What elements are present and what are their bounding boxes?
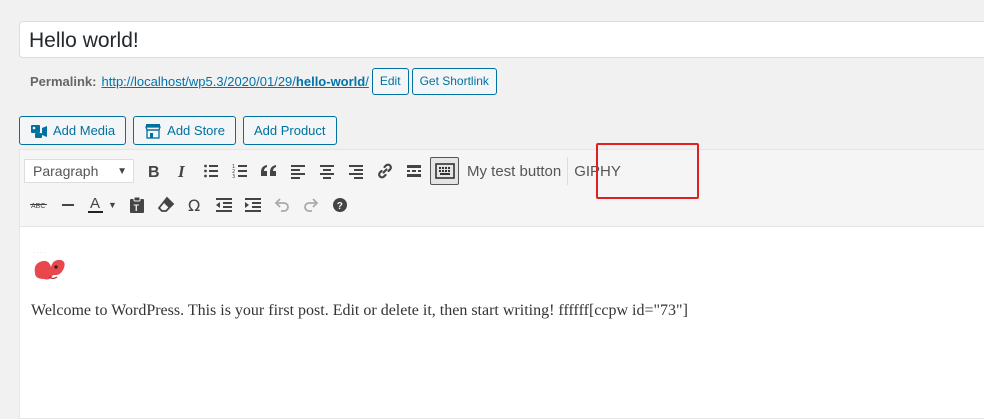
- add-product-button[interactable]: Add Product: [242, 116, 337, 145]
- add-media-button[interactable]: Add Media: [19, 116, 127, 145]
- get-shortlink-button[interactable]: Get Shortlink: [411, 67, 497, 95]
- media-icon: [31, 124, 47, 138]
- store-icon: [145, 123, 162, 139]
- numbered-list-icon: 1 2 3: [232, 164, 247, 179]
- align-center-button[interactable]: [312, 157, 341, 185]
- permalink-slug[interactable]: hello-world: [296, 74, 365, 89]
- permalink-url-suffix[interactable]: /: [365, 74, 369, 89]
- decrease-indent-icon: [215, 198, 232, 212]
- add-store-button[interactable]: Add Store: [133, 116, 236, 145]
- post-title-input[interactable]: Hello world!: [19, 21, 984, 58]
- clear-formatting-button[interactable]: [151, 191, 180, 219]
- format-select[interactable]: Paragraph ▼: [24, 159, 134, 183]
- bold-button[interactable]: B: [138, 157, 167, 185]
- chevron-down-icon: ▼: [117, 165, 127, 177]
- text-color-icon: A: [88, 195, 104, 213]
- align-right-icon: [348, 165, 363, 179]
- numbered-list-button[interactable]: 1 2 3: [225, 157, 254, 185]
- permalink-label: Permalink:: [30, 73, 97, 89]
- decrease-indent-button[interactable]: [209, 191, 238, 219]
- align-left-icon: [290, 165, 305, 179]
- undo-icon: [274, 198, 289, 212]
- editor-content[interactable]: ~ ~ ~ ~ Welcome to WordPress. This is yo…: [20, 227, 984, 418]
- toolbar-toggle-icon: [434, 163, 455, 179]
- svg-text:Ω: Ω: [188, 197, 200, 213]
- read-more-button[interactable]: [399, 157, 428, 185]
- strikethrough-icon: ABC: [29, 203, 47, 210]
- bulleted-list-button[interactable]: [196, 157, 225, 185]
- paste-as-text-icon: T: [129, 196, 144, 213]
- chevron-down-icon: ▼: [108, 200, 117, 210]
- increase-indent-icon: [244, 198, 261, 212]
- my-test-button[interactable]: My test button: [461, 157, 567, 185]
- special-character-button[interactable]: Ω: [180, 191, 209, 219]
- paste-as-text-button[interactable]: T: [122, 191, 151, 219]
- insert-link-icon: [377, 163, 392, 179]
- svg-text:B: B: [148, 164, 160, 179]
- svg-text:3: 3: [232, 174, 235, 179]
- toolbar-row-2: ABC A ▼ T Ω ?: [24, 190, 354, 220]
- horizontal-line-icon: [61, 204, 74, 206]
- clear-formatting-icon: [157, 196, 174, 212]
- undo-button[interactable]: [267, 191, 296, 219]
- toolbar-row-1: Paragraph ▼ B I 1 2 3 My test button GIP…: [24, 156, 627, 186]
- redo-button[interactable]: [296, 191, 325, 219]
- blockquote-icon: [260, 165, 276, 176]
- keyboard-shortcuts-button[interactable]: ?: [325, 191, 354, 219]
- keyboard-shortcuts-icon: ?: [332, 198, 347, 212]
- butterfly-image[interactable]: ~ ~ ~ ~: [29, 247, 69, 287]
- special-character-icon: Ω: [188, 197, 200, 213]
- permalink-bar: Permalink: http://localhost/wp5.3/2020/0…: [30, 67, 497, 95]
- align-right-button[interactable]: [341, 157, 370, 185]
- align-center-icon: [319, 165, 334, 179]
- add-media-label: Add Media: [53, 123, 116, 138]
- editor-toolbar: Paragraph ▼ B I 1 2 3 My test button GIP…: [20, 143, 984, 227]
- align-left-button[interactable]: [283, 157, 312, 185]
- bold-icon: B: [148, 164, 160, 179]
- blockquote-button[interactable]: [254, 157, 283, 185]
- svg-text:A: A: [90, 195, 100, 212]
- italic-icon: I: [177, 163, 186, 179]
- post-editor: Paragraph ▼ B I 1 2 3 My test button GIP…: [19, 143, 984, 419]
- increase-indent-button[interactable]: [238, 191, 267, 219]
- giphy-button[interactable]: GIPHY: [568, 157, 627, 185]
- insert-link-button[interactable]: [370, 157, 399, 185]
- text-color-button[interactable]: A ▼: [82, 191, 122, 219]
- bulleted-list-icon: [203, 164, 218, 178]
- add-store-label: Add Store: [167, 123, 225, 138]
- edit-permalink-button[interactable]: Edit: [371, 67, 409, 95]
- italic-button[interactable]: I: [167, 157, 196, 185]
- svg-text:T: T: [133, 203, 139, 213]
- horizontal-line-button[interactable]: [53, 191, 82, 219]
- media-buttons: Add Media Add Store Add Product: [19, 116, 337, 145]
- svg-text:~ ~ ~ ~: ~ ~ ~ ~: [33, 250, 46, 254]
- permalink-url[interactable]: http://localhost/wp5.3/2020/01/29/hello-…: [101, 74, 368, 89]
- read-more-icon: [406, 165, 421, 177]
- strikethrough-button[interactable]: ABC: [24, 191, 53, 219]
- redo-icon: [303, 198, 318, 212]
- permalink-url-prefix[interactable]: http://localhost/wp5.3/2020/01/29/: [101, 74, 295, 89]
- svg-text:I: I: [177, 163, 186, 179]
- svg-text:?: ?: [336, 201, 342, 212]
- post-paragraph[interactable]: Welcome to WordPress. This is your first…: [31, 302, 688, 320]
- toolbar-toggle-button[interactable]: [430, 157, 459, 185]
- format-select-value: Paragraph: [33, 163, 99, 179]
